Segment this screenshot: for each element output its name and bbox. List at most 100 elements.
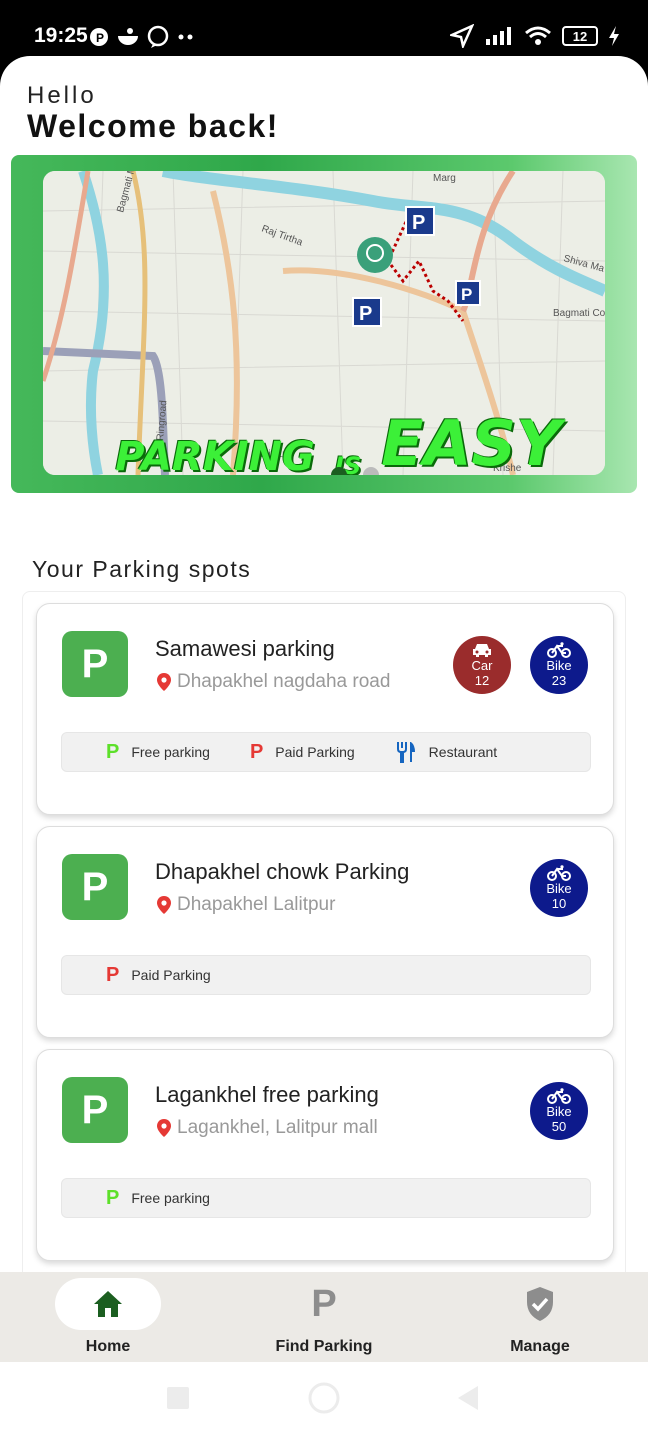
promo-banner[interactable]: P P P Bagmati Marg Marg Raj Tirtha Shiva…: [11, 155, 637, 493]
badge-count: 50: [551, 1119, 567, 1134]
bike-capacity-badge: Bike 50: [530, 1082, 588, 1140]
signal-icon: [486, 27, 511, 45]
app-screen: Hello Welcome back! P P P Bagmati Marg M…: [0, 56, 648, 1440]
home-icon: [94, 1291, 122, 1317]
badge-count: 12: [474, 673, 490, 688]
parking-name: Dhapakhel chowk Parking: [155, 859, 410, 884]
banner-word: EASY: [381, 407, 561, 475]
restaurant-icon: [396, 742, 415, 763]
bike-capacity-badge: Bike 23: [530, 636, 588, 694]
system-navigation-bar: [0, 1362, 648, 1440]
shield-check-icon: [527, 1287, 553, 1321]
banner-map-image: P P P Bagmati Marg Marg Raj Tirtha Shiva…: [43, 171, 605, 475]
bike-icon: [547, 865, 571, 881]
status-time: 19:25: [34, 24, 88, 47]
parking-spots-list[interactable]: P Samawesi parking Dhapakhel nagdaha roa…: [22, 591, 626, 1281]
badge-label: Bike: [546, 881, 572, 896]
car-icon: [473, 644, 491, 657]
feature-label: Free parking: [131, 744, 210, 760]
feature-label: Restaurant: [428, 744, 498, 760]
back-button[interactable]: [458, 1386, 478, 1410]
paid-parking-icon: P: [249, 740, 264, 763]
welcome-title: Welcome back!: [27, 108, 279, 144]
car-capacity-badge: Car 12: [453, 636, 511, 694]
svg-text:P: P: [412, 212, 425, 234]
bowl-notification-icon: [118, 28, 138, 45]
viber-icon: [147, 25, 169, 48]
parking-name: Lagankhel free parking: [155, 1082, 379, 1107]
app-notification-icon: P: [90, 28, 108, 46]
charging-icon: [609, 26, 619, 46]
nav-pill[interactable]: [487, 1278, 593, 1330]
wifi-icon: [525, 26, 551, 45]
feature-restaurant: Restaurant: [395, 741, 497, 763]
location-pin-icon: [157, 673, 171, 691]
parking-icon: P: [62, 631, 128, 697]
parking-location-text: Dhapakhel nagdaha road: [177, 671, 391, 692]
feature-free-parking: P Free parking: [106, 1187, 210, 1210]
free-parking-icon: P: [106, 1186, 120, 1209]
home-button[interactable]: [308, 1382, 340, 1414]
carousel-dot-active[interactable]: [331, 467, 347, 475]
notification-icons: P: [88, 25, 196, 49]
map-street-label: Bagmati Corr: [553, 308, 605, 319]
system-nav-buttons: [167, 1382, 478, 1414]
parking-spot-card[interactable]: P Samawesi parking Dhapakhel nagdaha roa…: [36, 603, 614, 815]
location-pin-icon: [357, 237, 393, 273]
nav-label: Home: [85, 1338, 131, 1355]
parking-marker-icon: P: [405, 206, 435, 236]
svg-text:P: P: [96, 31, 104, 45]
parking-location-text: Lagankhel, Lalitpur mall: [177, 1117, 378, 1138]
carousel-dot[interactable]: [363, 467, 379, 475]
nav-item-manage[interactable]: Manage: [432, 1272, 648, 1362]
svg-text:P: P: [461, 285, 472, 304]
nav-label: Manage: [510, 1338, 570, 1355]
feature-bar: P Paid Parking: [61, 955, 591, 995]
feature-paid-parking: P Paid Parking: [250, 741, 355, 764]
location-pin-icon: [157, 896, 171, 914]
feature-free-parking: P Free parking: [106, 741, 210, 764]
greeting: Hello: [27, 82, 97, 109]
parking-icon: P: [62, 1077, 128, 1143]
feature-bar: P Free parking P Paid Parking Restaurant: [61, 732, 591, 772]
battery-level: 12: [572, 28, 588, 44]
map-street-label: Marg: [433, 173, 456, 184]
feature-label: Free parking: [131, 1190, 210, 1206]
bike-icon: [547, 1088, 571, 1104]
nav-item-find-parking[interactable]: P Find Parking: [216, 1272, 432, 1362]
parking-location: Lagankhel, Lalitpur mall: [157, 1117, 378, 1139]
more-notifications-icon: [178, 34, 193, 40]
bike-icon: [547, 642, 571, 658]
badge-count: 23: [551, 673, 567, 688]
svg-text:P: P: [359, 303, 372, 325]
nav-pill[interactable]: [55, 1278, 161, 1330]
parking-icon: P: [311, 1282, 337, 1325]
badge-label: Bike: [546, 658, 572, 673]
nav-label: Find Parking: [275, 1338, 373, 1355]
nav-item-home[interactable]: Home: [0, 1272, 216, 1362]
feature-bar: P Free parking: [61, 1178, 591, 1218]
location-pin-icon: [157, 1119, 171, 1137]
bottom-navigation: Home P Find Parking Manage: [0, 1272, 648, 1362]
badge-label: Bike: [546, 1104, 572, 1119]
carousel-indicator: [331, 467, 379, 475]
parking-location: Dhapakhel Lalitpur: [157, 894, 335, 916]
parking-spot-card[interactable]: P Dhapakhel chowk Parking Dhapakhel Lali…: [36, 826, 614, 1038]
feature-label: Paid Parking: [275, 744, 355, 760]
badge-count: 10: [551, 896, 567, 911]
bike-capacity-badge: Bike 10: [530, 859, 588, 917]
section-title: Your Parking spots: [32, 556, 252, 582]
banner-word: PARKING: [115, 434, 315, 475]
feature-paid-parking: P Paid Parking: [106, 964, 211, 987]
parking-icon: P: [62, 854, 128, 920]
banner-slogan: PARKING IS EASY: [115, 407, 561, 475]
parking-marker-icon: P: [352, 297, 382, 327]
nav-pill[interactable]: P: [271, 1278, 377, 1330]
location-arrow-icon: [450, 24, 474, 48]
recents-button[interactable]: [167, 1387, 189, 1409]
parking-location-text: Dhapakhel Lalitpur: [177, 894, 336, 915]
system-status-icons: 12: [450, 24, 620, 48]
badge-label: Car: [471, 658, 493, 673]
free-parking-icon: P: [106, 740, 120, 763]
parking-spot-card[interactable]: P Lagankhel free parking Lagankhel, Lali…: [36, 1049, 614, 1261]
